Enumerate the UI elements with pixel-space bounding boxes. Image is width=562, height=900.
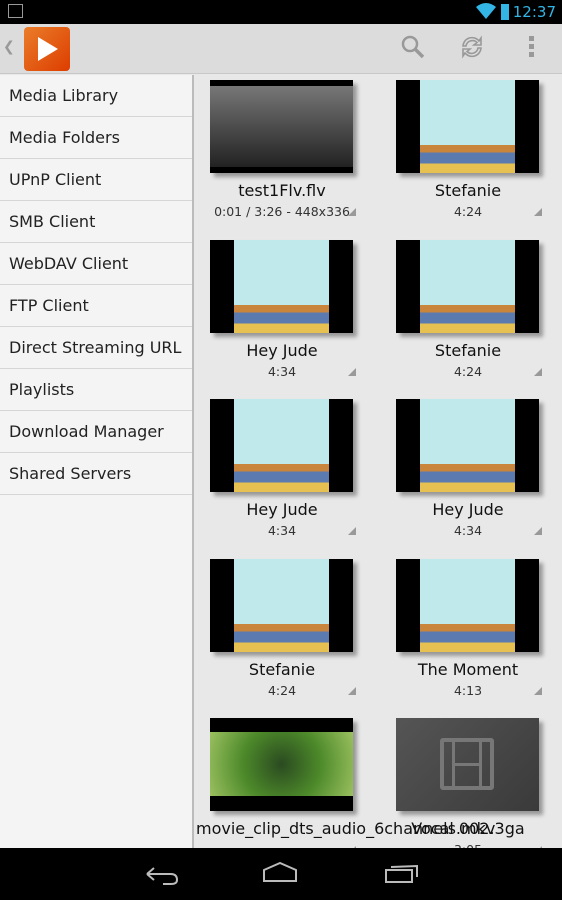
- album-art: [420, 80, 515, 173]
- sidebar-item-download-manager[interactable]: Download Manager: [0, 411, 192, 453]
- context-menu-corner-icon[interactable]: [348, 208, 356, 216]
- home-icon[interactable]: [263, 862, 297, 886]
- media-title: Hey Jude: [246, 500, 318, 519]
- search-icon: [401, 35, 425, 59]
- sidebar-item-shared-servers[interactable]: Shared Servers: [0, 453, 192, 495]
- media-duration: 4:34: [453, 523, 483, 538]
- album-art: [234, 558, 329, 652]
- media-item[interactable]: test1Flv.flv 0:01 / 3:26 - 448x336: [196, 75, 382, 235]
- media-item[interactable]: Vocal 002.3ga3:05: [382, 713, 562, 848]
- back-icon[interactable]: [145, 862, 179, 886]
- sidebar-item-direct-streaming-url[interactable]: Direct Streaming URL: [0, 327, 192, 369]
- thumbnail[interactable]: [210, 718, 353, 811]
- media-duration: 4:24: [453, 363, 483, 379]
- context-menu-corner-icon[interactable]: [348, 686, 356, 695]
- context-menu-corner-icon[interactable]: [534, 208, 542, 216]
- thumbnail[interactable]: [210, 558, 353, 652]
- action-bar: ❮: [0, 24, 562, 74]
- sidebar: Media Library Media Folders UPnP Client SMB…: [0, 75, 194, 848]
- refresh-button[interactable]: [457, 34, 487, 64]
- sidebar-item-smb-client[interactable]: SMB Client: [0, 201, 192, 243]
- sidebar-item-upnp-client[interactable]: UPnP Client: [0, 159, 192, 201]
- album-art: [234, 239, 329, 333]
- media-title: Vocal 002.3ga: [411, 819, 525, 838]
- status-bar: 12:37: [0, 0, 562, 24]
- clock: 12:37: [512, 3, 556, 21]
- media-title: The Moment: [417, 659, 519, 679]
- media-title: Hey Jude: [432, 500, 504, 519]
- video-frame: [210, 86, 353, 167]
- media-title: Hey Jude: [246, 340, 318, 360]
- media-title: Stefanie: [434, 181, 502, 200]
- context-menu-corner-icon[interactable]: [534, 367, 542, 376]
- navigation-bar: [0, 848, 562, 900]
- app-logo-play-icon[interactable]: [24, 27, 70, 71]
- film-icon: [440, 738, 494, 790]
- search-button[interactable]: [398, 34, 428, 64]
- sidebar-item-media-library[interactable]: Media Library: [0, 75, 192, 117]
- wifi-icon: [476, 3, 496, 19]
- context-menu-corner-icon[interactable]: [348, 527, 356, 535]
- album-art: [234, 399, 329, 492]
- thumbnail[interactable]: [396, 558, 539, 652]
- up-caret-icon[interactable]: ❮: [3, 39, 15, 55]
- media-title: Stefanie: [434, 340, 502, 360]
- album-art: [420, 558, 515, 652]
- refresh-icon: [462, 35, 482, 59]
- album-art: [420, 239, 515, 333]
- media-item[interactable]: Stefanie 4:24: [382, 75, 562, 235]
- context-menu-corner-icon[interactable]: [534, 686, 542, 695]
- sidebar-item-webdav-client[interactable]: WebDAV Client: [0, 243, 192, 285]
- media-item[interactable]: Hey Jude 4:34: [196, 394, 382, 554]
- overflow-menu-icon: [529, 36, 534, 57]
- thumbnail[interactable]: [396, 399, 539, 492]
- sidebar-item-media-folders[interactable]: Media Folders: [0, 117, 192, 159]
- media-title: test1Flv.flv: [238, 181, 326, 200]
- thumbnail[interactable]: [396, 80, 539, 173]
- media-duration: 4:24: [453, 204, 483, 219]
- overflow-menu-button[interactable]: [517, 34, 547, 64]
- thumbnail[interactable]: [210, 399, 353, 492]
- media-item[interactable]: Stefanie 4:24: [382, 235, 562, 395]
- media-duration: 4:13: [453, 682, 483, 698]
- picture-icon: [8, 4, 23, 18]
- thumbnail[interactable]: [396, 718, 539, 811]
- context-menu-corner-icon[interactable]: [534, 527, 542, 535]
- media-duration: 4:34: [267, 363, 297, 379]
- recent-apps-icon[interactable]: [385, 862, 419, 886]
- media-item[interactable]: movie_clip_dts_audio_6channels.mkv: [196, 713, 496, 848]
- media-duration: 4:24: [267, 682, 297, 698]
- sidebar-item-playlists[interactable]: Playlists: [0, 369, 192, 411]
- media-title: Stefanie: [248, 659, 316, 679]
- media-duration: 4:34: [267, 523, 297, 538]
- media-item[interactable]: Stefanie 4:24: [196, 554, 382, 714]
- thumbnail[interactable]: [210, 239, 353, 333]
- media-title: movie_clip_dts_audio_6channels.mkv: [196, 819, 496, 838]
- media-item[interactable]: The Moment 4:13: [382, 554, 562, 714]
- media-duration: 0:01 / 3:26 - 448x336: [214, 204, 350, 219]
- media-grid: test1Flv.flv 0:01 / 3:26 - 448x336 Stefani…: [196, 75, 562, 848]
- battery-icon: [501, 4, 509, 20]
- thumbnail[interactable]: [210, 80, 353, 173]
- album-art: [420, 399, 515, 492]
- video-frame: [210, 732, 353, 796]
- sidebar-item-ftp-client[interactable]: FTP Client: [0, 285, 192, 327]
- media-item[interactable]: Hey Jude 4:34: [196, 235, 382, 395]
- thumbnail[interactable]: [396, 239, 539, 333]
- context-menu-corner-icon[interactable]: [348, 367, 356, 376]
- media-item[interactable]: Hey Jude 4:34: [382, 394, 562, 554]
